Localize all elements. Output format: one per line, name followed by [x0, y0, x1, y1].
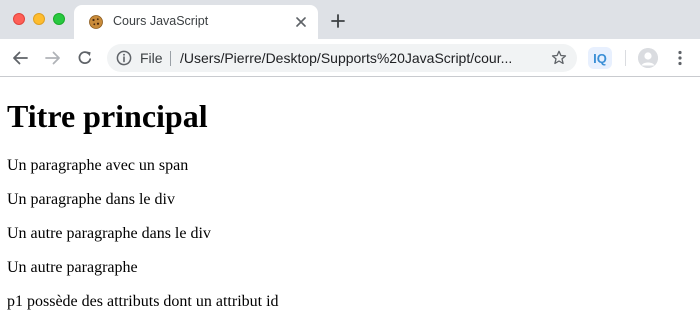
window-maximize-button[interactable] — [53, 13, 65, 25]
paragraph: Un paragraphe dans le div — [7, 191, 175, 208]
url-scheme-label: File — [140, 50, 163, 66]
window-minimize-button[interactable] — [33, 13, 45, 25]
tab-title: Cours JavaScript — [113, 14, 209, 28]
browser-toolbar: File /Users/Pierre/Desktop/Supports%20Ja… — [0, 39, 700, 77]
paragraph: Un autre paragraphe — [7, 259, 138, 276]
window-close-button[interactable] — [13, 13, 25, 25]
address-bar[interactable]: File /Users/Pierre/Desktop/Supports%20Ja… — [107, 44, 577, 72]
forward-arrow-icon[interactable] — [42, 47, 64, 69]
paragraph: p1 possède des attributs dont un attribu… — [7, 293, 279, 310]
profile-icon[interactable] — [638, 48, 658, 68]
new-tab-icon[interactable] — [329, 12, 347, 30]
paragraph: Un autre paragraphe dans le div — [7, 225, 211, 242]
star-icon[interactable] — [550, 49, 568, 67]
more-vertical-icon[interactable] — [672, 48, 688, 68]
paragraph: Un paragraphe avec un span — [7, 157, 189, 174]
info-icon[interactable] — [116, 50, 132, 66]
reload-icon[interactable] — [74, 47, 96, 69]
back-arrow-icon[interactable] — [9, 47, 31, 69]
omnibox-divider — [170, 51, 171, 66]
extension-iq-button[interactable]: IQ — [588, 47, 612, 69]
cookie-icon — [89, 15, 103, 29]
browser-tab[interactable]: Cours JavaScript — [74, 5, 318, 39]
url-text[interactable]: /Users/Pierre/Desktop/Supports%20JavaScr… — [180, 50, 542, 66]
page-title: Titre principal — [7, 98, 208, 134]
close-tab-icon[interactable] — [293, 14, 309, 30]
tab-strip: Cours JavaScript — [0, 0, 700, 39]
toolbar-divider — [625, 50, 626, 66]
page-content: Titre principal Un paragraphe avec un sp… — [0, 78, 700, 320]
